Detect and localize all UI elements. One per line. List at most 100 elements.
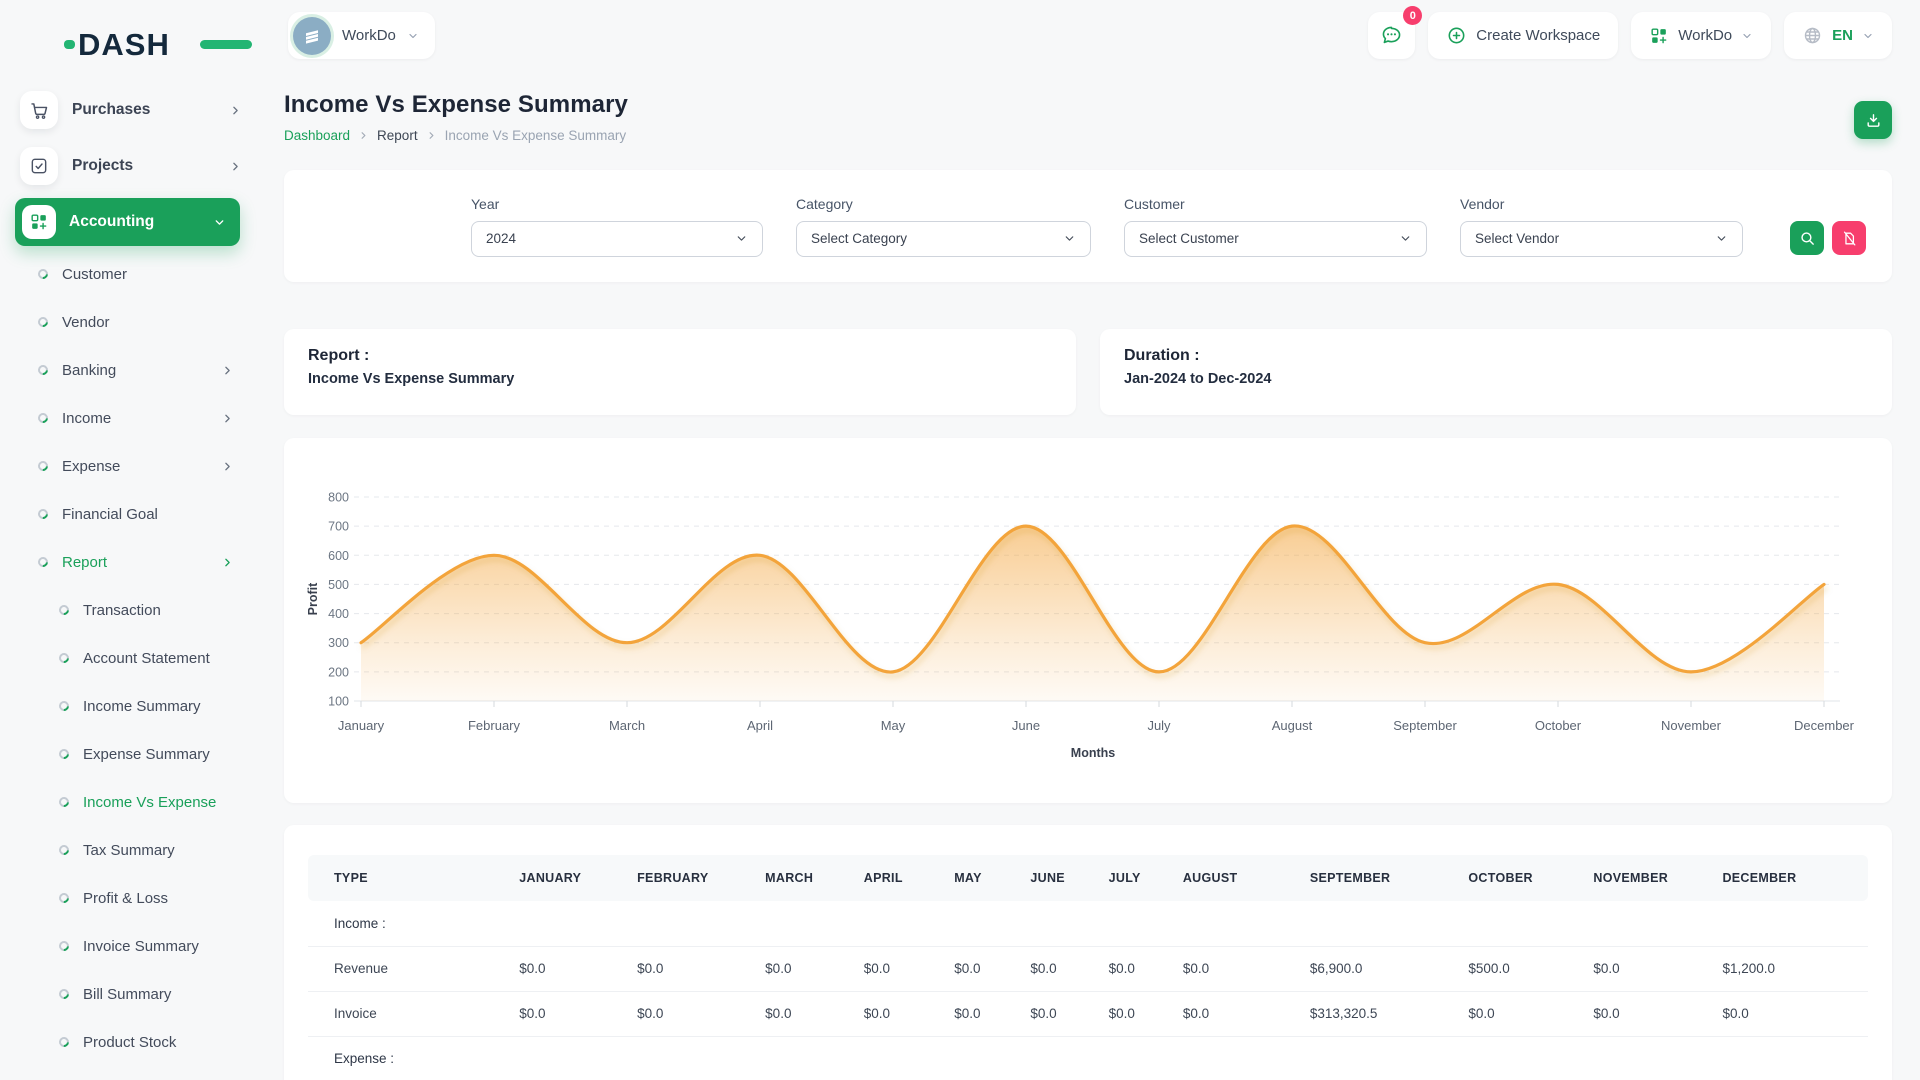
sidebar-item-income[interactable]: Income bbox=[0, 394, 260, 442]
sidebar-item-label: Report bbox=[62, 554, 107, 571]
duration-summary-card: Duration : Jan-2024 to Dec-2024 bbox=[1100, 329, 1892, 415]
filter-card: Year 2024 Category Select Category Custo… bbox=[284, 170, 1892, 282]
y-tick-label: 500 bbox=[328, 578, 349, 592]
sidebar-item-vendor[interactable]: Vendor bbox=[0, 298, 260, 346]
breadcrumb-current: Income Vs Expense Summary bbox=[445, 128, 627, 143]
logo-dash-accent-icon bbox=[64, 40, 75, 49]
sidebar-item-customer[interactable]: Customer bbox=[0, 250, 260, 298]
sidebar-item-label: Profit & Loss bbox=[83, 890, 168, 907]
sidebar-item-report[interactable]: Report bbox=[0, 538, 260, 586]
sidebar-item-label: Bill Summary bbox=[83, 986, 171, 1003]
sidebar-item-expense[interactable]: Expense bbox=[0, 442, 260, 490]
building-icon bbox=[302, 26, 322, 46]
workdo-menu-button[interactable]: WorkDo bbox=[1631, 12, 1771, 59]
messages-button[interactable]: 0 bbox=[1368, 12, 1415, 59]
file-slash-icon bbox=[1841, 230, 1858, 247]
workspace-selector[interactable]: WorkDo bbox=[288, 12, 435, 59]
sidebar-item-banking[interactable]: Banking bbox=[0, 346, 260, 394]
column-header-october: OCTOBER bbox=[1460, 855, 1585, 901]
vendor-select[interactable]: Select Vendor bbox=[1460, 221, 1743, 257]
x-tick-label: December bbox=[1794, 718, 1855, 733]
chevron-right-icon bbox=[221, 412, 234, 425]
sidebar-item-bill-summary[interactable]: Bill Summary bbox=[0, 970, 260, 1018]
table-header-row: TYPEJANUARYFEBRUARYMARCHAPRILMAYJUNEJULY… bbox=[308, 855, 1868, 901]
year-select[interactable]: 2024 bbox=[471, 221, 763, 257]
report-card-value: Income Vs Expense Summary bbox=[308, 371, 1052, 387]
duration-card-value: Jan-2024 to Dec-2024 bbox=[1124, 371, 1868, 387]
x-axis-title: Months bbox=[1071, 746, 1115, 760]
column-header-december: DECEMBER bbox=[1714, 855, 1868, 901]
breadcrumb-dashboard[interactable]: Dashboard bbox=[284, 128, 350, 143]
category-label: Category bbox=[796, 196, 1091, 212]
sidebar-item-label: Expense Summary bbox=[83, 746, 210, 763]
cell-value: $0.0 bbox=[1585, 991, 1714, 1036]
chevron-down-icon bbox=[1862, 30, 1874, 42]
cell-value: $0.0 bbox=[1175, 946, 1302, 991]
breadcrumb: Dashboard Report Income Vs Expense Summa… bbox=[284, 128, 628, 143]
x-tick-label: October bbox=[1535, 718, 1582, 733]
sidebar-item-accounting[interactable]: Accounting bbox=[15, 198, 240, 246]
sidebar-item-label: Transaction bbox=[83, 602, 161, 619]
chevron-right-icon bbox=[229, 104, 242, 117]
income-vs-expense-table: TYPEJANUARYFEBRUARYMARCHAPRILMAYJUNEJULY… bbox=[308, 855, 1868, 1080]
cell-value: $0.0 bbox=[1585, 946, 1714, 991]
year-label: Year bbox=[471, 196, 763, 212]
chevron-down-icon bbox=[407, 30, 419, 42]
create-workspace-button[interactable]: Create Workspace bbox=[1428, 12, 1618, 59]
create-workspace-label: Create Workspace bbox=[1476, 27, 1600, 44]
sidebar-item-profit-loss[interactable]: Profit & Loss bbox=[0, 874, 260, 922]
sidebar-item-expense-summary[interactable]: Expense Summary bbox=[0, 730, 260, 778]
sidebar-item-label: Projects bbox=[72, 157, 133, 175]
search-button[interactable] bbox=[1790, 221, 1824, 255]
sidebar-item-financial-goal[interactable]: Financial Goal bbox=[0, 490, 260, 538]
y-axis-title: Profit bbox=[306, 582, 320, 615]
chevron-down-icon bbox=[735, 232, 748, 245]
reset-button[interactable] bbox=[1832, 221, 1866, 255]
language-button[interactable]: EN bbox=[1784, 12, 1892, 59]
sidebar-item-invoice-summary[interactable]: Invoice Summary bbox=[0, 922, 260, 970]
sidebar-item-product-stock[interactable]: Product Stock bbox=[0, 1018, 260, 1066]
sidebar-item-label: Invoice Summary bbox=[83, 938, 199, 955]
page-title: Income Vs Expense Summary bbox=[284, 91, 628, 119]
y-tick-label: 800 bbox=[328, 491, 349, 505]
search-icon bbox=[1799, 230, 1816, 247]
logo-bar-accent-icon bbox=[200, 40, 252, 49]
sidebar-item-label: Account Statement bbox=[83, 650, 210, 667]
bullet-icon bbox=[57, 603, 71, 617]
cell-value: $0.0 bbox=[1101, 946, 1175, 991]
sidebar-item-cash-flow[interactable]: Cash Flow bbox=[0, 1066, 260, 1080]
sidebar-item-projects[interactable]: Projects bbox=[0, 138, 260, 194]
profit-area-chart: 100200300400500600700800JanuaryFebruaryM… bbox=[284, 438, 1892, 803]
cell-value: $0.0 bbox=[757, 991, 856, 1036]
column-header-july: JULY bbox=[1101, 855, 1175, 901]
sidebar-item-income-summary[interactable]: Income Summary bbox=[0, 682, 260, 730]
sidebar-item-income-vs-expense[interactable]: Income Vs Expense bbox=[0, 778, 260, 826]
breadcrumb-report[interactable]: Report bbox=[377, 128, 418, 143]
cell-value: $6,900.0 bbox=[1302, 946, 1461, 991]
customer-select[interactable]: Select Customer bbox=[1124, 221, 1427, 257]
category-select[interactable]: Select Category bbox=[796, 221, 1091, 257]
cell-value: $0.0 bbox=[511, 946, 629, 991]
plus-circle-icon bbox=[1446, 25, 1467, 46]
chart-svg: 100200300400500600700800JanuaryFebruaryM… bbox=[284, 438, 1892, 803]
sidebar-item-transaction[interactable]: Transaction bbox=[0, 586, 260, 634]
filter-groups: Year 2024 Category Select Category Custo… bbox=[471, 196, 1743, 257]
row-type: Revenue bbox=[308, 946, 511, 991]
sidebar-item-tax-summary[interactable]: Tax Summary bbox=[0, 826, 260, 874]
y-tick-label: 600 bbox=[328, 549, 349, 563]
bullet-icon bbox=[57, 651, 71, 665]
sidebar-item-label: Vendor bbox=[62, 314, 110, 331]
sidebar-item-account-statement[interactable]: Account Statement bbox=[0, 634, 260, 682]
y-tick-label: 400 bbox=[328, 607, 349, 621]
checkbox-icon bbox=[20, 147, 58, 185]
sidebar-item-label: Income Vs Expense bbox=[83, 794, 216, 811]
x-tick-label: July bbox=[1147, 718, 1171, 733]
table-section-row-expense: Expense : bbox=[308, 1036, 1868, 1080]
download-icon bbox=[1865, 112, 1882, 129]
vendor-label: Vendor bbox=[1460, 196, 1743, 212]
sidebar-item-purchases[interactable]: Purchases bbox=[0, 82, 260, 138]
brand-logo[interactable]: DASH bbox=[64, 26, 214, 62]
download-button[interactable] bbox=[1854, 101, 1892, 139]
topbar: WorkDo 0 Create Workspace bbox=[284, 0, 1892, 59]
sidebar: DASH Purchases Projects AccountingCustomer… bbox=[0, 0, 260, 1080]
